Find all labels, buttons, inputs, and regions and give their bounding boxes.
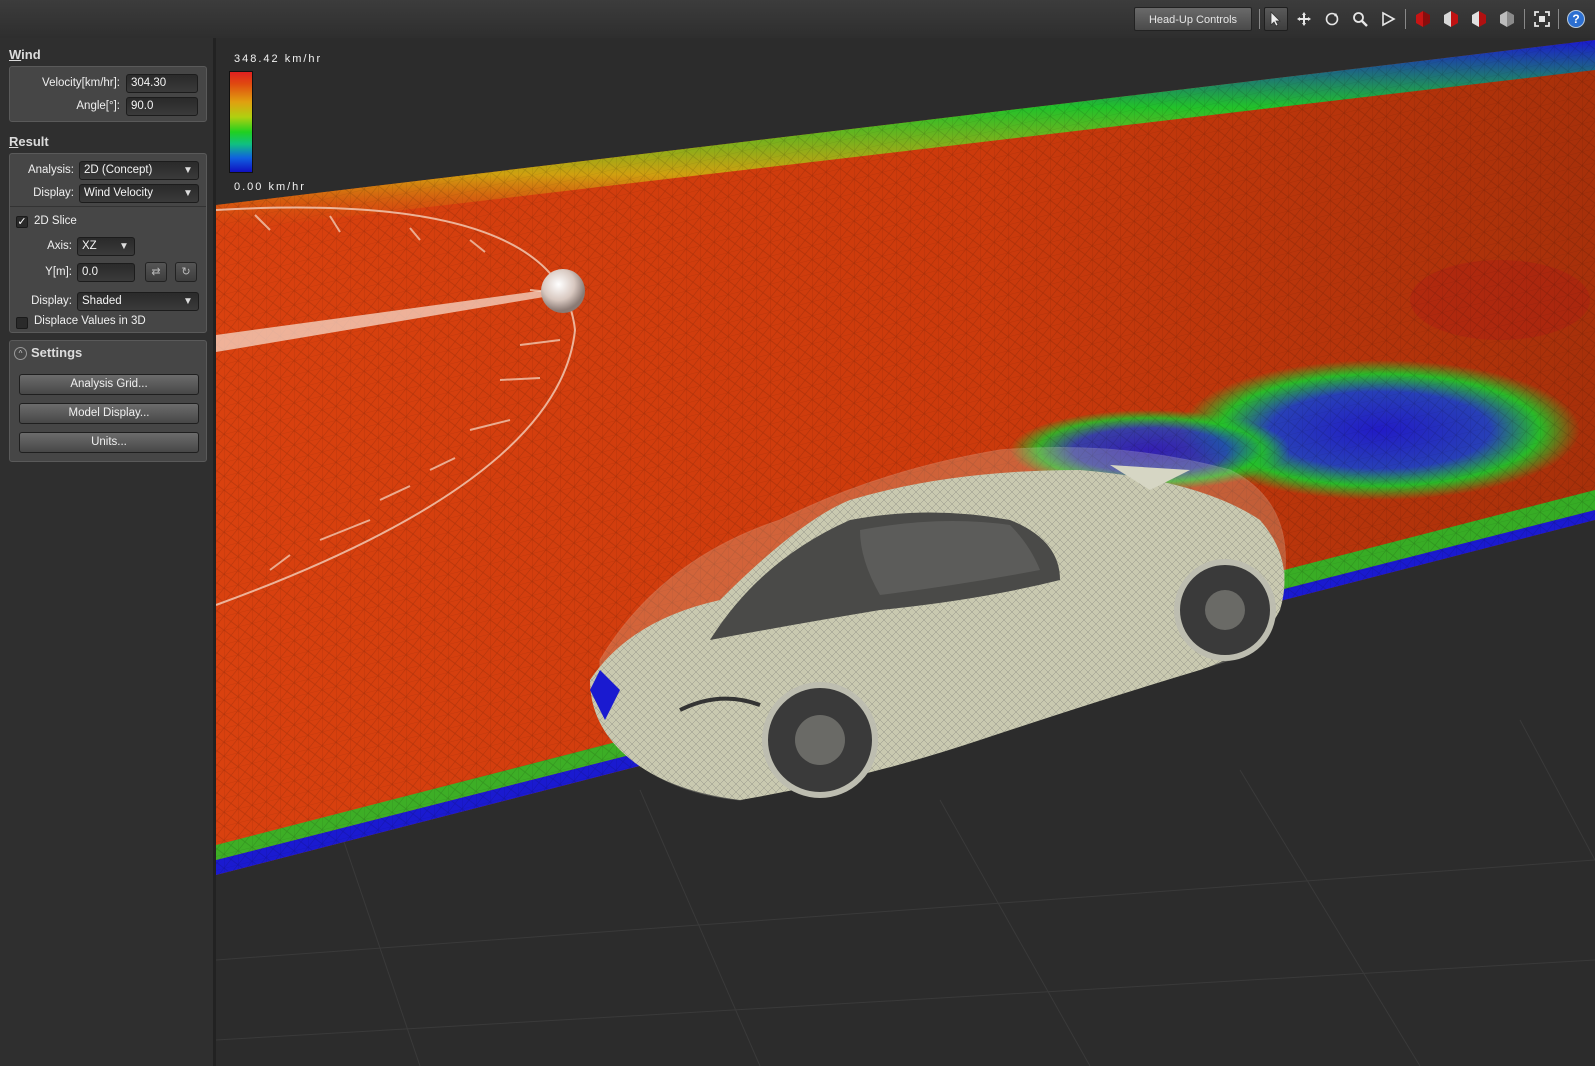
velocity-label: Velocity[km/hr]: <box>42 77 120 89</box>
rotate-icon[interactable] <box>1320 7 1344 31</box>
cube-outline-icon[interactable] <box>1467 7 1491 31</box>
velocity-input[interactable]: 304.30 <box>126 74 198 93</box>
angle-label: Angle[°]: <box>76 100 120 112</box>
velocity-color-legend <box>229 71 253 173</box>
scene <box>216 40 1595 1066</box>
axis-select[interactable]: XZ ▼ <box>77 237 135 256</box>
fit-view-icon[interactable] <box>1530 7 1554 31</box>
slice-label: 2D Slice <box>34 215 77 227</box>
chevron-down-icon: ▼ <box>183 165 193 176</box>
y-label: Y[m]: <box>45 266 72 278</box>
display-mode-value: Shaded <box>82 295 122 307</box>
left-panel: Wind Velocity[km/hr]: 304.30 Angle[°]: 9… <box>0 38 216 1066</box>
play-icon[interactable] <box>1376 7 1400 31</box>
model-display-button[interactable]: Model Display... <box>19 403 199 424</box>
result-section-title: Result <box>9 134 49 149</box>
reset-icon[interactable]: ↻ <box>175 262 197 282</box>
display-value: Wind Velocity <box>84 187 154 199</box>
result-title-mnemonic: R <box>9 134 19 149</box>
display-select[interactable]: Wind Velocity ▼ <box>79 184 199 203</box>
flip-icon[interactable]: ⇄ <box>145 262 167 282</box>
head-up-controls-button[interactable]: Head-Up Controls <box>1134 7 1252 31</box>
chevron-down-icon: ▼ <box>183 188 193 199</box>
toolbar-separator <box>1558 9 1559 29</box>
y-input[interactable]: 0.0 <box>77 263 135 282</box>
select-arrow-icon[interactable] <box>1264 7 1288 31</box>
legend-max-label: 348.42 km/hr <box>234 53 323 65</box>
axis-value: XZ <box>82 240 97 252</box>
analysis-grid-button[interactable]: Analysis Grid... <box>19 374 199 395</box>
display-mode-select[interactable]: Shaded ▼ <box>77 292 199 311</box>
display2-label: Display: <box>31 295 72 307</box>
axis-label: Axis: <box>47 240 72 252</box>
settings-title: Settings <box>31 345 83 360</box>
3d-viewport[interactable]: 348.42 km/hr 0.00 km/hr <box>216 38 1595 1066</box>
top-toolbar: Head-Up Controls ? <box>0 0 1595 39</box>
cube-gray-icon[interactable] <box>1495 7 1519 31</box>
displace-label: Displace Values in 3D <box>34 315 146 327</box>
wind-title-rest: ind <box>21 47 41 62</box>
angle-input[interactable]: 90.0 <box>126 97 198 116</box>
result-group: Analysis: 2D (Concept) ▼ Display: Wind Ve… <box>9 153 207 333</box>
slice-checkbox[interactable]: ✓ <box>16 216 28 228</box>
collapse-icon[interactable]: ^ <box>14 347 27 360</box>
divider <box>10 206 206 207</box>
help-icon[interactable]: ? <box>1564 7 1588 31</box>
legend-min-label: 0.00 km/hr <box>234 181 306 193</box>
analysis-label: Analysis: <box>27 164 74 176</box>
red-cube-icon[interactable] <box>1411 7 1435 31</box>
result-title-rest: esult <box>18 134 49 149</box>
wind-group: Velocity[km/hr]: 304.30 Angle[°]: 90.0 <box>9 66 207 122</box>
help-glyph: ? <box>1567 10 1585 28</box>
settings-group: ^ Settings Analysis Grid... Model Displa… <box>9 340 207 462</box>
zoom-icon[interactable] <box>1348 7 1372 31</box>
pan-icon[interactable] <box>1292 7 1316 31</box>
wind-section-title: Wind <box>9 47 41 62</box>
display-label: Display: <box>33 187 74 199</box>
red-cube-half-icon[interactable] <box>1439 7 1463 31</box>
toolbar-separator <box>1259 9 1260 29</box>
units-button[interactable]: Units... <box>19 432 199 453</box>
analysis-value: 2D (Concept) <box>84 164 153 176</box>
wind-title-mnemonic: W <box>9 47 22 62</box>
toolbar-separator <box>1405 9 1406 29</box>
chevron-down-icon: ▼ <box>119 241 129 252</box>
toolbar-separator <box>1524 9 1525 29</box>
chevron-down-icon: ▼ <box>183 296 193 307</box>
analysis-select[interactable]: 2D (Concept) ▼ <box>79 161 199 180</box>
displace-checkbox[interactable] <box>16 317 28 329</box>
